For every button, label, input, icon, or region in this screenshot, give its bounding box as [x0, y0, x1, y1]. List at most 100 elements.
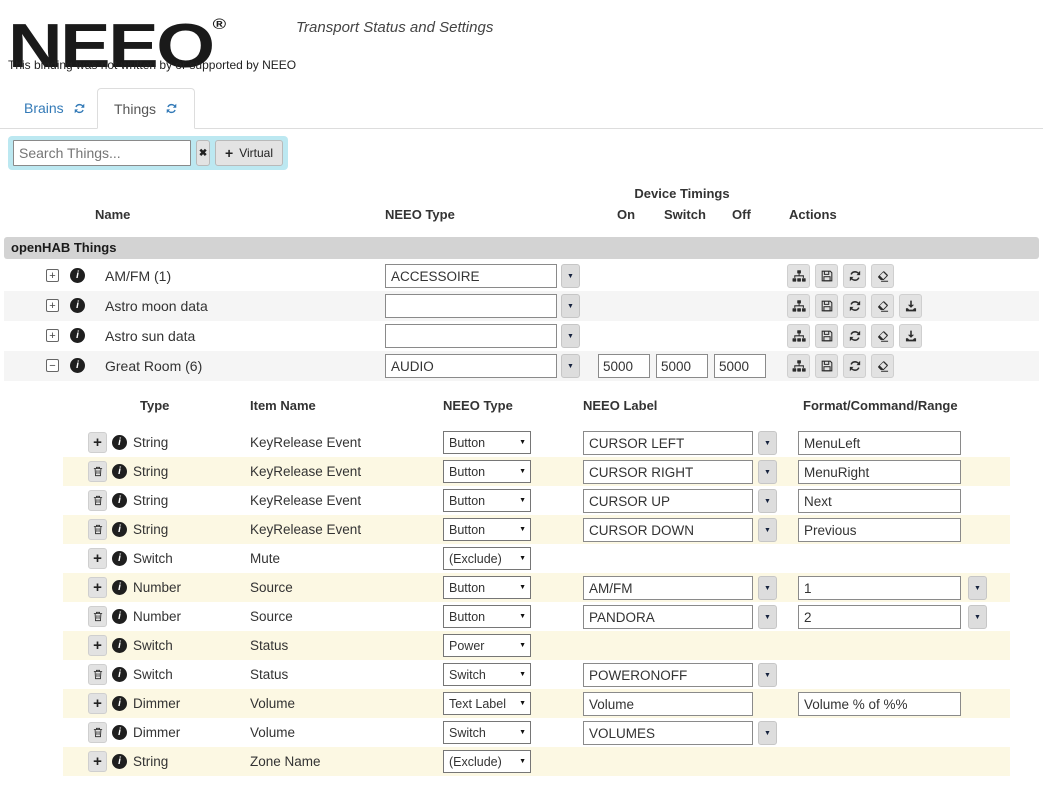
neeo-type-select[interactable]: Text Label ▼ — [443, 692, 531, 715]
neeo-type-select[interactable]: Button ▼ — [443, 489, 531, 512]
neeo-type-dropdown-button[interactable]: ▼ — [561, 324, 580, 348]
delete-channel-button[interactable] — [88, 519, 107, 540]
neeo-type-select[interactable]: Button ▼ — [443, 576, 531, 599]
clear-search-button[interactable]: ✖ — [196, 140, 211, 166]
format-dropdown-button[interactable]: ▼ — [968, 605, 987, 629]
timing-switch-input[interactable] — [656, 354, 708, 378]
info-icon[interactable]: i — [112, 464, 127, 479]
format-dropdown-button[interactable]: ▼ — [968, 576, 987, 600]
info-icon[interactable]: i — [70, 328, 85, 343]
delete-channel-button[interactable] — [88, 606, 107, 627]
label-dropdown-button[interactable]: ▼ — [758, 721, 777, 745]
add-channel-button[interactable]: + — [88, 432, 107, 453]
label-dropdown-button[interactable]: ▼ — [758, 605, 777, 629]
delete-channel-button[interactable] — [88, 722, 107, 743]
eraser-button[interactable] — [871, 264, 894, 288]
neeo-label-input[interactable] — [583, 431, 753, 455]
format-input[interactable] — [798, 489, 961, 513]
neeo-label-input[interactable] — [583, 460, 753, 484]
delete-channel-button[interactable] — [88, 461, 107, 482]
info-icon[interactable]: i — [70, 298, 85, 313]
info-icon[interactable]: i — [112, 493, 127, 508]
neeo-type-select[interactable]: Button ▼ — [443, 431, 531, 454]
info-icon[interactable]: i — [112, 551, 127, 566]
save-button[interactable] — [815, 294, 838, 318]
format-input[interactable] — [798, 692, 961, 716]
sitemap-button[interactable] — [787, 324, 810, 348]
expand-toggle[interactable]: + — [46, 269, 59, 282]
sitemap-button[interactable] — [787, 264, 810, 288]
neeo-type-dropdown-button[interactable]: ▼ — [561, 294, 580, 318]
neeo-label-input[interactable] — [583, 489, 753, 513]
neeo-type-select[interactable]: (Exclude) ▼ — [443, 547, 531, 570]
delete-channel-button[interactable] — [88, 664, 107, 685]
info-icon[interactable]: i — [112, 580, 127, 595]
label-dropdown-button[interactable]: ▼ — [758, 431, 777, 455]
download-button[interactable] — [899, 294, 922, 318]
expand-toggle[interactable]: + — [46, 329, 59, 342]
save-button[interactable] — [815, 354, 838, 378]
info-icon[interactable]: i — [112, 667, 127, 682]
eraser-button[interactable] — [871, 294, 894, 318]
neeo-label-input[interactable] — [583, 576, 753, 600]
info-icon[interactable]: i — [112, 609, 127, 624]
save-button[interactable] — [815, 324, 838, 348]
delete-channel-button[interactable] — [88, 490, 107, 511]
refresh-button[interactable] — [843, 294, 866, 318]
neeo-type-select[interactable]: Button ▼ — [443, 605, 531, 628]
info-icon[interactable]: i — [70, 358, 85, 373]
info-icon[interactable]: i — [112, 696, 127, 711]
neeo-label-input[interactable] — [583, 721, 753, 745]
refresh-button[interactable] — [843, 324, 866, 348]
neeo-type-select[interactable]: Switch ▼ — [443, 721, 531, 744]
save-button[interactable] — [815, 264, 838, 288]
tab-brains[interactable]: Brains — [8, 88, 102, 128]
search-input[interactable] — [13, 140, 191, 166]
info-icon[interactable]: i — [70, 268, 85, 283]
tab-things[interactable]: Things — [97, 88, 196, 129]
format-input[interactable] — [798, 605, 961, 629]
add-channel-button[interactable]: + — [88, 635, 107, 656]
format-input[interactable] — [798, 518, 961, 542]
add-channel-button[interactable]: + — [88, 548, 107, 569]
neeo-type-select[interactable]: Button ▼ — [443, 518, 531, 541]
expand-toggle[interactable]: + — [46, 299, 59, 312]
neeo-label-input[interactable] — [583, 663, 753, 687]
add-channel-button[interactable]: + — [88, 751, 107, 772]
format-input[interactable] — [798, 460, 961, 484]
label-dropdown-button[interactable]: ▼ — [758, 518, 777, 542]
download-button[interactable] — [899, 324, 922, 348]
info-icon[interactable]: i — [112, 754, 127, 769]
timing-on-input[interactable] — [598, 354, 650, 378]
neeo-type-select[interactable]: Power ▼ — [443, 634, 531, 657]
neeo-type-dropdown-button[interactable]: ▼ — [561, 354, 580, 378]
info-icon[interactable]: i — [112, 435, 127, 450]
info-icon[interactable]: i — [112, 725, 127, 740]
neeo-type-input[interactable] — [385, 354, 557, 378]
refresh-button[interactable] — [843, 354, 866, 378]
add-virtual-button[interactable]: + Virtual — [215, 140, 283, 166]
neeo-type-select[interactable]: Switch ▼ — [443, 663, 531, 686]
label-dropdown-button[interactable]: ▼ — [758, 576, 777, 600]
label-dropdown-button[interactable]: ▼ — [758, 489, 777, 513]
label-dropdown-button[interactable]: ▼ — [758, 460, 777, 484]
neeo-type-select[interactable]: Button ▼ — [443, 460, 531, 483]
sitemap-button[interactable] — [787, 354, 810, 378]
eraser-button[interactable] — [871, 324, 894, 348]
label-dropdown-button[interactable]: ▼ — [758, 663, 777, 687]
neeo-label-input[interactable] — [583, 518, 753, 542]
neeo-label-input[interactable] — [583, 692, 753, 716]
format-input[interactable] — [798, 576, 961, 600]
neeo-type-input[interactable] — [385, 294, 557, 318]
neeo-type-input[interactable] — [385, 264, 557, 288]
refresh-button[interactable] — [843, 264, 866, 288]
format-input[interactable] — [798, 431, 961, 455]
add-channel-button[interactable]: + — [88, 577, 107, 598]
refresh-icon[interactable] — [165, 102, 178, 115]
info-icon[interactable]: i — [112, 638, 127, 653]
add-channel-button[interactable]: + — [88, 693, 107, 714]
neeo-type-dropdown-button[interactable]: ▼ — [561, 264, 580, 288]
neeo-type-input[interactable] — [385, 324, 557, 348]
timing-off-input[interactable] — [714, 354, 766, 378]
eraser-button[interactable] — [871, 354, 894, 378]
